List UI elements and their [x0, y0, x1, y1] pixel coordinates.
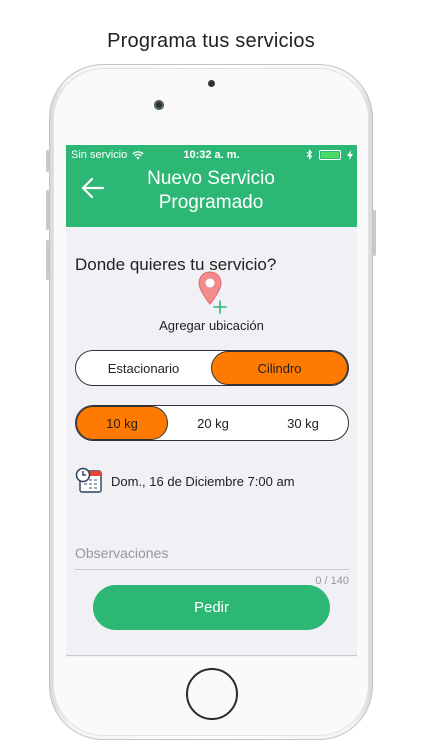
add-location-label[interactable]: Agregar ubicación [66, 318, 357, 333]
size-option-10kg[interactable]: 10 kg [76, 406, 168, 440]
submit-button[interactable]: Pedir [93, 585, 330, 630]
observations-input[interactable]: Observaciones [75, 545, 168, 561]
phone-side-button [373, 210, 376, 256]
page-caption: Programa tus servicios [107, 30, 315, 52]
bottom-divider [66, 655, 357, 656]
phone-side-button [46, 150, 49, 172]
bluetooth-icon [306, 149, 313, 160]
observations-counter: 0 / 140 [315, 575, 349, 587]
status-bar: Sin servicio 10:32 a. m. [66, 145, 357, 165]
home-button[interactable] [186, 668, 238, 720]
calendar-clock-icon [75, 467, 102, 493]
battery-icon [319, 149, 341, 160]
navigation-bar: Sin servicio 10:32 a. m. Nuevo Servicio … [66, 145, 357, 227]
app-screen: Sin servicio 10:32 a. m. Nuevo Servicio … [66, 145, 357, 657]
service-type-selector: Estacionario Cilindro [75, 350, 349, 386]
phone-speaker [208, 80, 215, 87]
location-question: Donde quieres tu servicio? [75, 255, 277, 274]
size-option-30kg[interactable]: 30 kg [258, 406, 348, 440]
page-title: Nuevo Servicio Programado [147, 168, 275, 213]
phone-camera [154, 100, 164, 110]
cylinder-size-selector: 10 kg 20 kg 30 kg [75, 405, 349, 441]
map-pin-plus-icon[interactable] [198, 271, 232, 315]
phone-side-button [46, 240, 49, 280]
schedule-datetime: Dom., 16 de Diciembre 7:00 am [111, 473, 295, 489]
back-button[interactable] [80, 175, 110, 205]
status-right [306, 149, 353, 160]
observations-underline [75, 569, 349, 570]
schedule-row[interactable]: Dom., 16 de Diciembre 7:00 am [75, 467, 295, 495]
arrow-left-icon [81, 177, 105, 199]
charging-icon [347, 149, 353, 160]
type-option-estacionario[interactable]: Estacionario [76, 351, 211, 385]
size-option-20kg[interactable]: 20 kg [168, 406, 258, 440]
phone-side-button [46, 190, 49, 230]
battery-level [321, 151, 339, 158]
type-option-cilindro[interactable]: Cilindro [211, 351, 348, 385]
